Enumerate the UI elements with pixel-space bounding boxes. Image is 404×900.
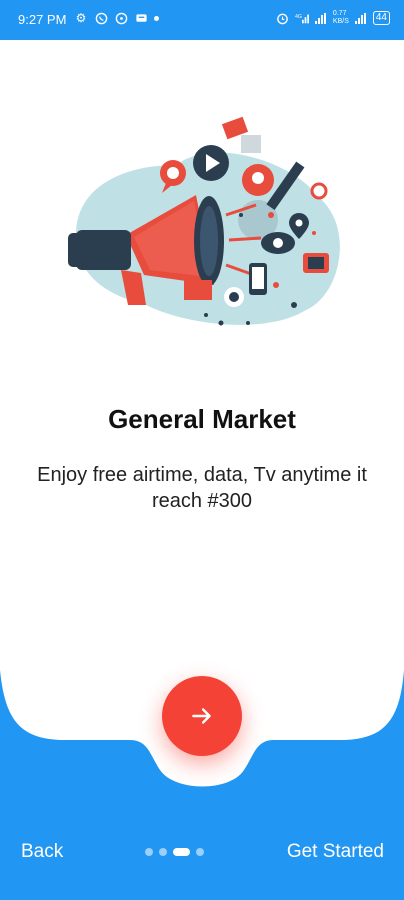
status-right-icons: 4G 0.77 KB/S 44 xyxy=(276,10,390,26)
status-left-icons: ⚙ xyxy=(74,11,159,25)
page-dot-active xyxy=(173,848,190,856)
status-bar: 9:27 PM ⚙ 4G 0.77 KB/S 44 xyxy=(0,0,404,40)
settings-icon: ⚙ xyxy=(75,11,87,25)
status-time: 9:27 PM xyxy=(18,12,67,27)
page-dot xyxy=(159,848,167,856)
page-indicator xyxy=(145,848,204,856)
page-dot xyxy=(145,848,153,856)
chat-icon xyxy=(114,11,128,25)
back-button[interactable]: Back xyxy=(21,841,63,863)
page-title: General Market xyxy=(108,404,296,434)
whatsapp-icon xyxy=(94,11,108,25)
page-subtitle: Enjoy free airtime, data, Tv anytime it … xyxy=(37,464,367,512)
signal-4g-icon: 4G xyxy=(295,11,309,25)
svg-text:4G: 4G xyxy=(295,14,302,20)
alarm-icon xyxy=(276,11,290,25)
signal-bars-icon xyxy=(314,11,328,25)
notification-dot xyxy=(154,15,159,21)
arrow-right-icon xyxy=(192,708,211,724)
battery-icon: 44 xyxy=(372,11,390,25)
marketing-illustration xyxy=(68,116,340,326)
page-dot xyxy=(196,848,204,856)
message-icon xyxy=(134,11,148,25)
data-speed: 0.77 KB/S xyxy=(332,10,349,25)
signal-bars-icon xyxy=(354,11,368,25)
next-button[interactable] xyxy=(162,676,242,756)
get-started-button[interactable]: Get Started xyxy=(287,841,384,863)
